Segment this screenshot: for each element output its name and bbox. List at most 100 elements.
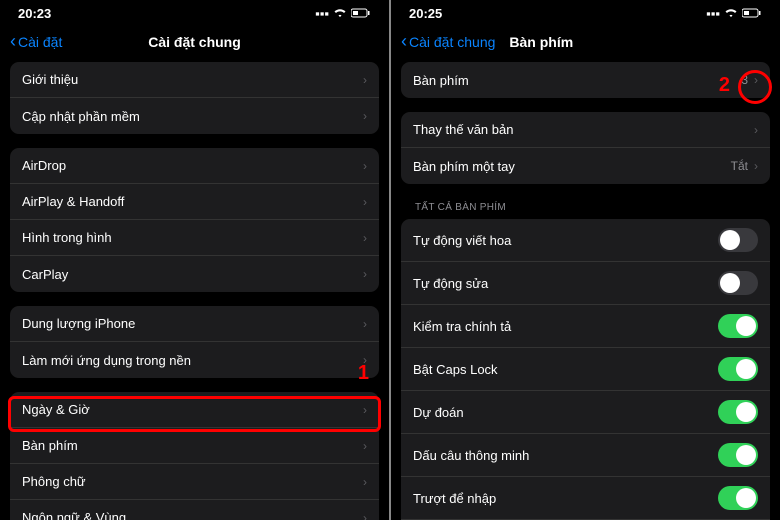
row-label: Bàn phím một tay	[413, 159, 731, 174]
group-storage: Dung lượng iPhone › Làm mới ứng dụng tro…	[10, 306, 379, 378]
settings-row[interactable]: Bàn phím ›	[10, 428, 379, 464]
page-title: Bàn phím	[509, 34, 573, 50]
status-icons: ▪▪▪	[315, 6, 371, 21]
chevron-right-icon: ›	[363, 475, 367, 489]
chevron-right-icon: ›	[363, 195, 367, 209]
toggle-switch[interactable]	[718, 443, 758, 467]
row-label: Thay thế văn bản	[413, 122, 754, 137]
settings-row[interactable]: Giới thiệu ›	[10, 62, 379, 98]
section-header: TẤT CẢ BÀN PHÍM	[401, 198, 770, 219]
row-label: Phông chữ	[22, 474, 363, 489]
toggle-switch[interactable]	[718, 486, 758, 510]
signal-icon: ▪▪▪	[706, 6, 720, 21]
nav-bar: ‹ Cài đặt chung Bàn phím	[391, 23, 780, 62]
row-label: Ngôn ngữ & Vùng	[22, 510, 363, 520]
back-label: Cài đặt chung	[409, 34, 495, 50]
settings-row[interactable]: Hình trong hình ›	[10, 220, 379, 256]
row-value: Tắt	[731, 159, 748, 173]
row-value: 3	[741, 73, 748, 87]
annotation-1: 1	[358, 362, 369, 385]
chevron-left-icon: ‹	[10, 31, 16, 52]
settings-row[interactable]: Bàn phím 3 ›	[401, 62, 770, 98]
group-connectivity: AirDrop › AirPlay & Handoff › Hình trong…	[10, 148, 379, 292]
settings-row[interactable]: Phông chữ ›	[10, 464, 379, 500]
chevron-right-icon: ›	[754, 73, 758, 87]
group-datetime: Ngày & Giờ › Bàn phím › Phông chữ › Ngôn…	[10, 392, 379, 520]
back-label: Cài đặt	[18, 34, 62, 50]
page-title: Cài đặt chung	[148, 34, 241, 50]
toggle-row: Trượt để nhập	[401, 477, 770, 520]
toggle-row: Dấu câu thông minh	[401, 434, 770, 477]
settings-row[interactable]: AirPlay & Handoff ›	[10, 184, 379, 220]
settings-row[interactable]: Thay thế văn bản ›	[401, 112, 770, 148]
toggle-row: Bật Caps Lock	[401, 348, 770, 391]
row-label: Dấu câu thông minh	[413, 448, 718, 463]
row-label: AirDrop	[22, 158, 363, 173]
toggle-row: Dự đoán	[401, 391, 770, 434]
chevron-right-icon: ›	[363, 317, 367, 331]
row-label: Giới thiệu	[22, 72, 363, 87]
status-bar: 20:23 ▪▪▪	[0, 0, 389, 23]
settings-row[interactable]: Làm mới ứng dụng trong nền ›	[10, 342, 379, 378]
row-label: Tự động viết hoa	[413, 233, 718, 248]
group-toggles: Tự động viết hoa Tự động sửa Kiểm tra ch…	[401, 219, 770, 520]
row-label: Hình trong hình	[22, 230, 363, 245]
toggle-row: Kiểm tra chính tả	[401, 305, 770, 348]
toggle-switch[interactable]	[718, 271, 758, 295]
chevron-right-icon: ›	[363, 159, 367, 173]
row-label: CarPlay	[22, 267, 363, 282]
row-label: Ngày & Giờ	[22, 402, 363, 417]
settings-row[interactable]: CarPlay ›	[10, 256, 379, 292]
chevron-right-icon: ›	[363, 267, 367, 281]
settings-row[interactable]: Ngày & Giờ ›	[10, 392, 379, 428]
back-button[interactable]: ‹ Cài đặt	[10, 31, 62, 52]
group-about: Giới thiệu › Cập nhật phần mềm ›	[10, 62, 379, 134]
chevron-left-icon: ‹	[401, 31, 407, 52]
content: Bàn phím 3 › Thay thế văn bản › Bàn phím…	[391, 62, 780, 520]
row-label: Kiểm tra chính tả	[413, 319, 718, 334]
chevron-right-icon: ›	[363, 403, 367, 417]
group-keyboards: Bàn phím 3 ›	[401, 62, 770, 98]
status-time: 20:25	[409, 6, 442, 21]
row-label: Cập nhật phần mềm	[22, 109, 363, 124]
settings-row[interactable]: Bàn phím một tay Tắt ›	[401, 148, 770, 184]
toggle-row: Tự động viết hoa	[401, 219, 770, 262]
annotation-2: 2	[719, 74, 730, 97]
row-label: Dự đoán	[413, 405, 718, 420]
toggle-switch[interactable]	[718, 314, 758, 338]
row-label: Tự động sửa	[413, 276, 718, 291]
toggle-row: Tự động sửa	[401, 262, 770, 305]
chevron-right-icon: ›	[754, 123, 758, 137]
status-icons: ▪▪▪	[706, 6, 762, 21]
chevron-right-icon: ›	[363, 439, 367, 453]
row-label: Trượt để nhập	[413, 491, 718, 506]
settings-row[interactable]: AirDrop ›	[10, 148, 379, 184]
phone-right: 20:25 ▪▪▪ ‹ Cài đặt chung Bàn phím Bàn p…	[391, 0, 780, 520]
signal-icon: ▪▪▪	[315, 6, 329, 21]
row-label: Bàn phím	[22, 438, 363, 453]
status-bar: 20:25 ▪▪▪	[391, 0, 780, 23]
battery-icon	[742, 6, 762, 21]
toggle-switch[interactable]	[718, 357, 758, 381]
settings-row[interactable]: Ngôn ngữ & Vùng ›	[10, 500, 379, 520]
row-label: AirPlay & Handoff	[22, 194, 363, 209]
chevron-right-icon: ›	[363, 231, 367, 245]
nav-bar: ‹ Cài đặt Cài đặt chung	[0, 23, 389, 62]
toggle-switch[interactable]	[718, 400, 758, 424]
row-label: Làm mới ứng dụng trong nền	[22, 353, 363, 368]
status-time: 20:23	[18, 6, 51, 21]
row-label: Bật Caps Lock	[413, 362, 718, 377]
chevron-right-icon: ›	[363, 73, 367, 87]
wifi-icon	[724, 6, 738, 21]
battery-icon	[351, 6, 371, 21]
row-label: Bàn phím	[413, 73, 741, 88]
row-label: Dung lượng iPhone	[22, 316, 363, 331]
chevron-right-icon: ›	[754, 159, 758, 173]
content: Giới thiệu › Cập nhật phần mềm › AirDrop…	[0, 62, 389, 520]
back-button[interactable]: ‹ Cài đặt chung	[401, 31, 495, 52]
chevron-right-icon: ›	[363, 109, 367, 123]
settings-row[interactable]: Cập nhật phần mềm ›	[10, 98, 379, 134]
toggle-switch[interactable]	[718, 228, 758, 252]
settings-row[interactable]: Dung lượng iPhone ›	[10, 306, 379, 342]
phone-left: 20:23 ▪▪▪ ‹ Cài đặt Cài đặt chung Giới t…	[0, 0, 389, 520]
